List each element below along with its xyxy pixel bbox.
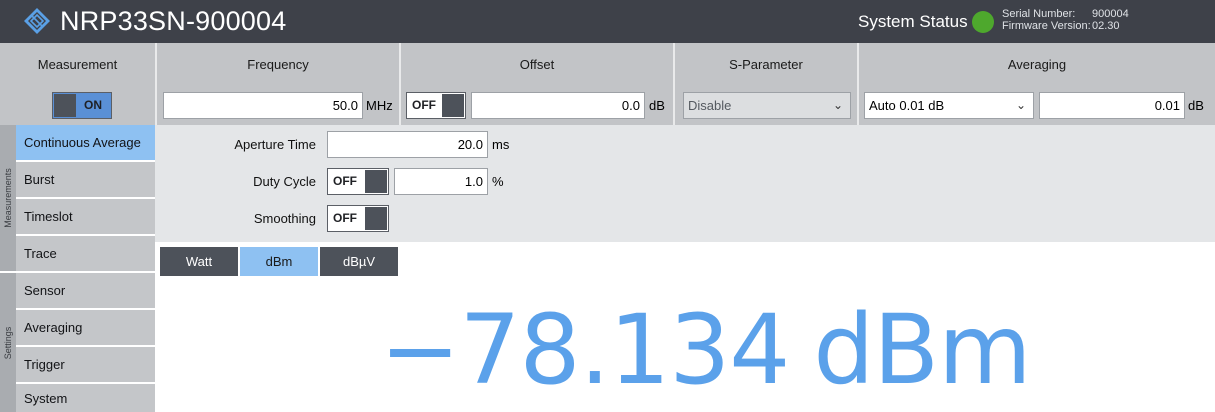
measurements-tab-label: Measurements [3,168,13,228]
sidebar-item-trace[interactable]: Trace [16,236,155,271]
duty-cycle-toggle[interactable]: OFF [327,168,389,195]
duty-cycle-label: Duty Cycle [253,174,316,189]
serial-number-value: 900004 [1092,8,1129,20]
frequency-unit: MHz [366,98,393,113]
sparameter-header: S-Parameter [675,43,857,86]
offset-toggle-label: OFF [412,98,436,112]
averaging-select[interactable]: Auto 0.01 dB ⌄ [864,92,1034,119]
measurement-toggle[interactable]: ON [52,92,112,119]
smoothing-toggle-label: OFF [333,211,357,225]
chevron-down-icon: ⌄ [1015,98,1026,112]
toggle-knob [54,94,76,117]
duty-cycle-input[interactable]: 1.0 [394,168,488,195]
sidebar-item-trigger[interactable]: Trigger [16,347,155,382]
unit-button-dbm[interactable]: dBm [240,247,318,276]
offset-header: Offset [401,43,673,86]
sidebar-item-timeslot[interactable]: Timeslot [16,199,155,234]
firmware-version-label: Firmware Version: [1002,20,1091,32]
column-divider [857,43,859,125]
app-root: NRP33SN-900004 System Status Serial Numb… [0,0,1215,412]
frequency-input[interactable]: 50.0 [163,92,363,119]
aperture-time-unit: ms [492,137,510,152]
duty-cycle-toggle-label: OFF [333,174,357,188]
sidebar-item-averaging[interactable]: Averaging [16,310,155,345]
firmware-version-value: 02.30 [1092,20,1120,32]
unit-button-dbuv[interactable]: dBµV [320,247,398,276]
settings-section-tab[interactable]: Settings [0,273,16,412]
toggle-knob [442,94,464,117]
averaging-header: Averaging [859,43,1215,86]
chevron-down-icon: ⌄ [832,98,843,112]
power-reading: −78.134 dBm [380,300,1032,400]
column-divider [399,43,401,125]
power-reading-value: −78.134 [380,294,790,406]
duty-cycle-unit: % [492,174,504,189]
column-divider [155,43,157,125]
measurements-section-tab[interactable]: Measurements [0,125,16,271]
column-divider [673,43,675,125]
frequency-header: Frequency [157,43,399,86]
device-info-values: 900004 02.30 [1092,8,1129,32]
device-name: NRP33SN-900004 [60,6,287,36]
offset-input[interactable]: 0.0 [471,92,645,119]
aperture-time-input[interactable]: 20.0 [327,131,488,158]
toggle-knob [365,170,387,193]
averaging-value-input[interactable]: 0.01 [1039,92,1185,119]
power-reading-unit: dBm [813,294,1031,406]
aperture-time-label: Aperture Time [234,137,316,152]
settings-tab-label: Settings [3,326,13,359]
sidebar-item-sensor[interactable]: Sensor [16,273,155,308]
measurement-header: Measurement [0,43,155,86]
rohde-schwarz-logo-icon [24,8,50,34]
system-status-label[interactable]: System Status [858,11,968,33]
offset-toggle[interactable]: OFF [406,92,466,119]
device-info-labels: Serial Number: Firmware Version: [1002,8,1091,32]
serial-number-label: Serial Number: [1002,8,1076,20]
sparameter-select[interactable]: Disable ⌄ [683,92,851,119]
smoothing-label: Smoothing [253,211,316,226]
sparameter-selected-value: Disable [688,98,732,113]
averaging-unit: dB [1188,98,1204,113]
sidebar-item-continuous-average[interactable]: Continuous Average [16,125,155,160]
averaging-selected-value: Auto 0.01 dB [869,98,945,113]
offset-unit: dB [649,98,665,113]
toggle-knob [365,207,387,230]
title-bar: NRP33SN-900004 System Status Serial Numb… [0,0,1215,43]
sidebar-item-system[interactable]: System [16,384,155,412]
sidebar-item-burst[interactable]: Burst [16,162,155,197]
smoothing-toggle[interactable]: OFF [327,205,389,232]
unit-button-watt[interactable]: Watt [160,247,238,276]
system-status-indicator[interactable] [972,11,994,33]
measurement-toggle-label: ON [84,98,102,112]
